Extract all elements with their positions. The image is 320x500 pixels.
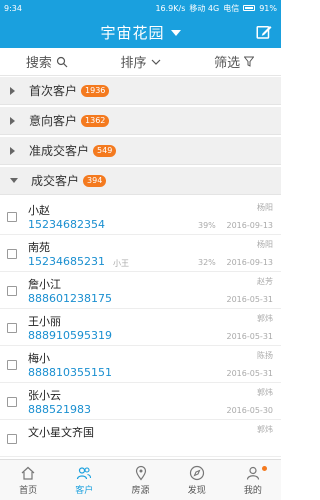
customer-name: 小赵 [28,204,50,217]
agent-name: 陈扬 [257,351,273,360]
status-bar: 9:34 16.9K/s 移动 4G 电信 91% [0,0,281,16]
carrier1-label: 移动 4G [189,3,220,13]
filter-button[interactable]: 筛选 [187,48,281,75]
customer-name: 梅小 [28,352,50,365]
tab-label: 房源 [131,485,150,496]
chevron-right-icon [10,116,15,125]
project-switcher[interactable]: 宇宙花园 [100,22,181,43]
date-label: 2016-05-30 [226,406,274,415]
tab-label: 发现 [187,485,206,496]
row-checkbox[interactable] [7,249,17,259]
list-item[interactable]: 詹小江 888601238175 赵芳 2016-05-31 [0,272,281,309]
chevron-down-icon [170,30,181,36]
group-deal-customers[interactable]: 成交客户 394 [0,167,281,195]
agent-name: 杨阳 [257,240,273,249]
date-label: 2016-05-31 [226,369,274,378]
tab-label: 首页 [19,485,38,496]
row-checkbox[interactable] [7,434,17,444]
customer-name: 南苑 [28,241,50,254]
count-badge: 1936 [81,84,110,97]
location-icon [135,465,146,480]
row-checkbox[interactable] [7,212,17,222]
customer-name: 詹小江 [28,278,61,291]
progress-percent: 32% [198,258,216,267]
tab-label: 客户 [75,485,94,496]
bottom-tab-bar: 首页 客户 房源 发现 我的 [0,459,281,500]
row-checkbox[interactable] [7,360,17,370]
customer-name: 张小云 [28,389,61,402]
filter-label: 筛选 [214,56,241,71]
page-title: 宇宙花园 [100,23,165,42]
filter-icon [244,56,255,67]
notification-dot [262,466,268,471]
tab-label: 我的 [243,485,262,496]
list-item[interactable]: 梅小 888810355151 陈扬 2016-05-31 [0,346,281,383]
agent-name: 郭炜 [257,425,273,434]
group-intent-customers[interactable]: 意向客户 1362 [0,107,281,135]
date-label: 2016-09-13 [226,258,274,267]
user-icon [246,466,260,480]
customer-name: 王小丽 [28,315,61,328]
count-badge: 549 [93,144,117,157]
row-checkbox[interactable] [7,286,17,296]
count-badge: 394 [83,174,107,187]
tab-customers[interactable]: 客户 [56,460,112,500]
status-time: 9:34 [4,3,22,13]
carrier2-label: 电信 [223,3,240,13]
sort-label: 排序 [120,56,147,71]
status-speed: 16.9K/s [155,3,186,13]
agent-name: 赵芳 [257,277,273,286]
count-badge: 1362 [81,114,110,127]
group-label: 首次客户 [29,84,78,98]
customer-phone[interactable]: 888601238175 [28,292,112,305]
compass-icon [189,465,204,480]
list-item[interactable]: 王小丽 888910595319 郭炜 2016-05-31 [0,309,281,346]
search-icon [56,56,68,67]
chevron-down-icon [151,59,160,65]
search-label: 搜索 [25,56,52,71]
row-checkbox[interactable] [7,397,17,407]
tab-listings[interactable]: 房源 [112,460,168,500]
date-label: 2016-05-31 [226,332,274,341]
group-first-customers[interactable]: 首次客户 1936 [0,77,281,105]
customer-icon [77,466,92,479]
list-item[interactable]: 南苑 15234685231 杨阳 小王 32% 2016-09-13 [0,235,281,272]
group-label: 准成交客户 [29,144,90,158]
list-item[interactable]: 文小星文齐国 郭炜 [0,420,281,457]
agent-name: 郭炜 [257,314,273,323]
tab-home[interactable]: 首页 [0,460,56,500]
customer-phone[interactable]: 888810355151 [28,366,112,379]
agent-name: 郭炜 [257,388,273,397]
battery-icon [243,5,256,11]
progress-percent: 39% [198,221,216,230]
assistant-name: 小王 [113,259,129,268]
group-near-deal-customers[interactable]: 准成交客户 549 [0,137,281,165]
tab-me[interactable]: 我的 [225,460,281,500]
home-icon [21,466,35,480]
chevron-down-icon [10,178,18,183]
date-label: 2016-09-13 [226,221,274,230]
group-label: 成交客户 [31,174,80,188]
filter-bar: 搜索 排序 筛选 [0,48,281,76]
row-checkbox[interactable] [7,323,17,333]
edit-icon[interactable] [255,23,273,41]
chevron-right-icon [10,86,15,95]
list-item[interactable]: 小赵 15234682354 杨阳 39% 2016-09-13 [0,198,281,235]
app-header: 宇宙花园 [0,16,281,48]
customer-phone[interactable]: 15234685231 [28,255,105,268]
date-label: 2016-05-31 [226,295,274,304]
chevron-right-icon [10,146,15,155]
sort-button[interactable]: 排序 [94,48,188,75]
battery-percent: 91% [259,3,277,13]
list-item[interactable]: 张小云 888521983 郭炜 2016-05-30 [0,383,281,420]
customer-name: 文小星文齐国 [28,426,94,439]
group-label: 意向客户 [29,114,78,128]
tab-discover[interactable]: 发现 [169,460,225,500]
customer-phone[interactable]: 888521983 [28,403,91,416]
customer-phone[interactable]: 15234682354 [28,218,105,231]
customer-list: 小赵 15234682354 杨阳 39% 2016-09-13 南苑 1523… [0,198,281,459]
search-button[interactable]: 搜索 [0,48,94,75]
customer-phone[interactable]: 888910595319 [28,329,112,342]
agent-name: 杨阳 [257,203,273,212]
